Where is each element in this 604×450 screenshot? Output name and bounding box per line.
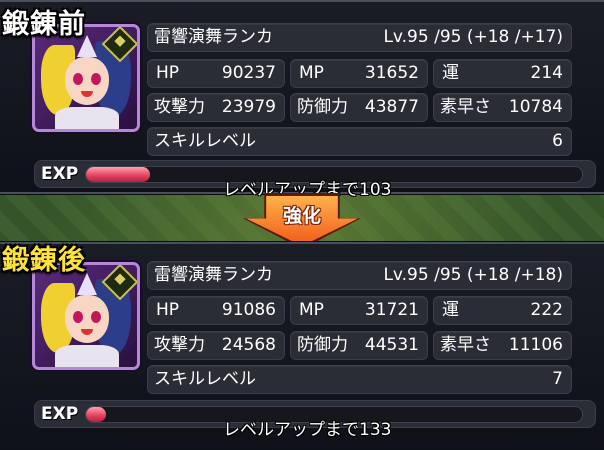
skill-level-cell: スキルレベル 6 — [147, 127, 572, 156]
portrait-eye-left — [73, 311, 83, 323]
hp-value: 91086 — [221, 300, 276, 320]
luck-cell: 運 222 — [433, 296, 572, 325]
exp-label: EXP — [41, 404, 79, 424]
speed-value: 10784 — [508, 97, 563, 117]
enhance-arrow: 強化 — [243, 193, 361, 249]
luck-label: 運 — [442, 63, 459, 83]
hp-label: HP — [156, 63, 180, 83]
portrait-face — [65, 295, 109, 343]
luck-value: 214 — [530, 63, 563, 83]
portrait-eye-right — [91, 311, 101, 323]
skill-level-value: 6 — [552, 131, 563, 151]
after-title: 鍛錬後 — [2, 245, 86, 276]
mp-cell: MP 31721 — [290, 296, 428, 325]
speed-label: 素早さ — [440, 97, 491, 117]
before-panel: 鍛錬前 雷響演舞ランカ Lv.95 /95 (+18 /+17) HP 9023… — [0, 0, 604, 200]
portrait-face — [65, 57, 109, 105]
attack-cell: 攻撃力 23979 — [147, 93, 285, 122]
portrait-eye-right — [91, 73, 101, 85]
defense-value: 43877 — [364, 97, 419, 117]
levelup-text: レベルアップまで133 — [223, 420, 392, 440]
defense-label: 防御力 — [297, 97, 348, 117]
mp-value: 31652 — [364, 63, 419, 83]
character-name: 雷響演舞ランカ — [154, 265, 273, 285]
defense-value: 44531 — [364, 335, 419, 355]
exp-fill — [86, 407, 106, 422]
skill-level-label: スキルレベル — [154, 131, 256, 151]
attack-label: 攻撃力 — [154, 335, 205, 355]
skill-level-label: スキルレベル — [154, 369, 256, 389]
speed-cell: 素早さ 10784 — [433, 93, 572, 122]
skill-level-cell: スキルレベル 7 — [147, 365, 572, 394]
defense-cell: 防御力 43877 — [290, 93, 428, 122]
attack-value: 24568 — [221, 335, 276, 355]
speed-value: 11106 — [508, 335, 563, 355]
character-name-row: 雷響演舞ランカ Lv.95 /95 (+18 /+17) — [147, 23, 572, 52]
after-panel: 鍛錬後 雷響演舞ランカ Lv.95 /95 (+18 /+18) HP 9108… — [0, 242, 604, 450]
character-portrait[interactable] — [32, 262, 140, 370]
before-title: 鍛錬前 — [2, 9, 86, 40]
mp-label: MP — [299, 63, 324, 83]
portrait-body — [55, 345, 119, 367]
exp-label: EXP — [41, 164, 79, 184]
attack-cell: 攻撃力 24568 — [147, 331, 285, 360]
character-level: Lv.95 /95 (+18 /+18) — [383, 265, 563, 285]
hp-label: HP — [156, 300, 180, 320]
portrait-body — [55, 107, 119, 129]
character-name: 雷響演舞ランカ — [154, 27, 273, 47]
attack-label: 攻撃力 — [154, 97, 205, 117]
mp-label: MP — [299, 300, 324, 320]
speed-label: 素早さ — [440, 335, 491, 355]
defense-label: 防御力 — [297, 335, 348, 355]
mp-value: 31721 — [364, 300, 419, 320]
speed-cell: 素早さ 11106 — [433, 331, 572, 360]
attack-value: 23979 — [221, 97, 276, 117]
character-level: Lv.95 /95 (+18 /+17) — [383, 27, 563, 47]
luck-value: 222 — [530, 300, 563, 320]
luck-cell: 運 214 — [433, 59, 572, 88]
hp-cell: HP 90237 — [147, 59, 285, 88]
defense-cell: 防御力 44531 — [290, 331, 428, 360]
character-name-row: 雷響演舞ランカ Lv.95 /95 (+18 /+18) — [147, 261, 572, 290]
enhance-label: 強化 — [282, 205, 321, 227]
hp-value: 90237 — [221, 63, 276, 83]
luck-label: 運 — [442, 300, 459, 320]
skill-level-value: 7 — [552, 369, 563, 389]
portrait-eye-left — [73, 73, 83, 85]
hp-cell: HP 91086 — [147, 296, 285, 325]
exp-fill — [86, 167, 151, 182]
mp-cell: MP 31652 — [290, 59, 428, 88]
